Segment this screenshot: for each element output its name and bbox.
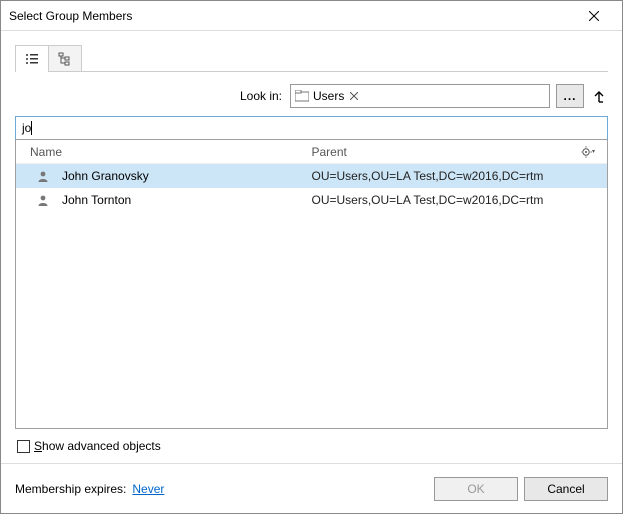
ok-button[interactable]: OK — [434, 477, 518, 501]
close-icon — [350, 92, 358, 100]
dialog-title: Select Group Members — [9, 9, 574, 23]
up-arrow-icon — [593, 89, 605, 103]
dialog-body: Look in: Users .. — [1, 31, 622, 463]
column-name[interactable]: Name — [24, 145, 312, 159]
search-value: jo — [22, 121, 31, 135]
row-parent: OU=Users,OU=LA Test,DC=w2016,DC=rtm — [312, 169, 600, 183]
advanced-row: Show advanced objects — [15, 429, 608, 455]
search-input[interactable]: jo — [15, 116, 608, 140]
row-name: John Granovsky — [62, 169, 312, 183]
table-row[interactable]: John Tornton OU=Users,OU=LA Test,DC=w201… — [16, 188, 607, 212]
tree-icon — [58, 52, 72, 66]
tab-tree-view[interactable] — [48, 45, 82, 71]
show-advanced-label[interactable]: Show advanced objects — [34, 439, 161, 453]
footer: Membership expires: Never OK Cancel — [1, 463, 622, 513]
table-row[interactable]: John Granovsky OU=Users,OU=LA Test,DC=w2… — [16, 164, 607, 188]
results-pane: Name Parent — [15, 140, 608, 429]
dialog-window: Select Group Members — [0, 0, 623, 514]
membership-expires-link[interactable]: Never — [132, 482, 164, 496]
gear-icon — [581, 146, 595, 158]
close-icon — [589, 11, 599, 21]
text-caret — [31, 121, 32, 135]
tab-bar — [15, 45, 608, 72]
browse-button[interactable]: ... — [556, 84, 584, 108]
title-bar: Select Group Members — [1, 1, 622, 31]
columns-settings-button[interactable] — [577, 146, 599, 158]
row-name: John Tornton — [62, 193, 312, 207]
lookin-chip: Users — [295, 89, 360, 103]
membership-expires-label: Membership expires: — [15, 482, 126, 496]
column-parent[interactable]: Parent — [312, 145, 578, 159]
close-button[interactable] — [574, 2, 614, 30]
lookin-input[interactable]: Users — [290, 84, 550, 108]
lookin-label: Look in: — [240, 89, 282, 103]
lookin-row: Look in: Users .. — [15, 72, 608, 116]
cancel-button[interactable]: Cancel — [524, 477, 608, 501]
results-rows: John Granovsky OU=Users,OU=LA Test,DC=w2… — [16, 164, 607, 428]
row-parent: OU=Users,OU=LA Test,DC=w2016,DC=rtm — [312, 193, 600, 207]
lookin-chip-remove[interactable] — [348, 90, 360, 102]
show-advanced-checkbox[interactable] — [17, 440, 30, 453]
user-icon — [24, 170, 62, 182]
up-level-button[interactable] — [590, 85, 608, 107]
lookin-value: Users — [313, 89, 344, 103]
column-headers: Name Parent — [16, 140, 607, 164]
tab-list-view[interactable] — [15, 45, 49, 71]
browse-icon: ... — [563, 89, 576, 103]
list-icon — [25, 52, 39, 66]
folder-icon — [295, 90, 309, 102]
user-icon — [24, 194, 62, 206]
